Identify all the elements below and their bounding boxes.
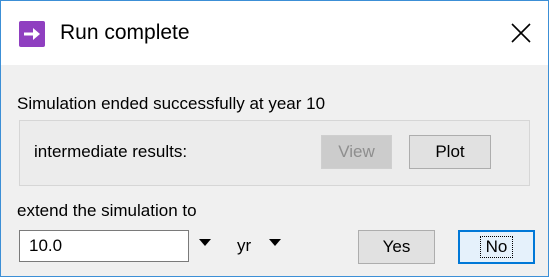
intermediate-results-label: intermediate results: [34, 142, 188, 161]
extend-simulation-label: extend the simulation to [17, 201, 197, 220]
unit-label: yr [237, 236, 252, 255]
close-icon [511, 23, 531, 43]
yes-button[interactable]: Yes [358, 230, 435, 264]
title-bar[interactable]: Run complete [1, 1, 548, 65]
dialog-title: Run complete [60, 21, 190, 44]
value-dropdown-arrow-icon[interactable] [199, 239, 211, 246]
end-year-input[interactable] [19, 230, 189, 262]
no-button-label: No [479, 236, 514, 258]
right-arrow-icon [19, 21, 45, 47]
plot-button[interactable]: Plot [409, 135, 491, 169]
run-complete-dialog: Run complete Simulation ended successful… [0, 0, 549, 277]
view-button[interactable]: View [321, 135, 392, 169]
intermediate-results-panel: intermediate results: View Plot [19, 120, 530, 186]
unit-dropdown-arrow-icon[interactable] [269, 239, 281, 246]
status-message: Simulation ended successfully at year 10 [17, 94, 326, 113]
close-button[interactable] [501, 13, 541, 53]
no-button[interactable]: No [458, 230, 535, 264]
